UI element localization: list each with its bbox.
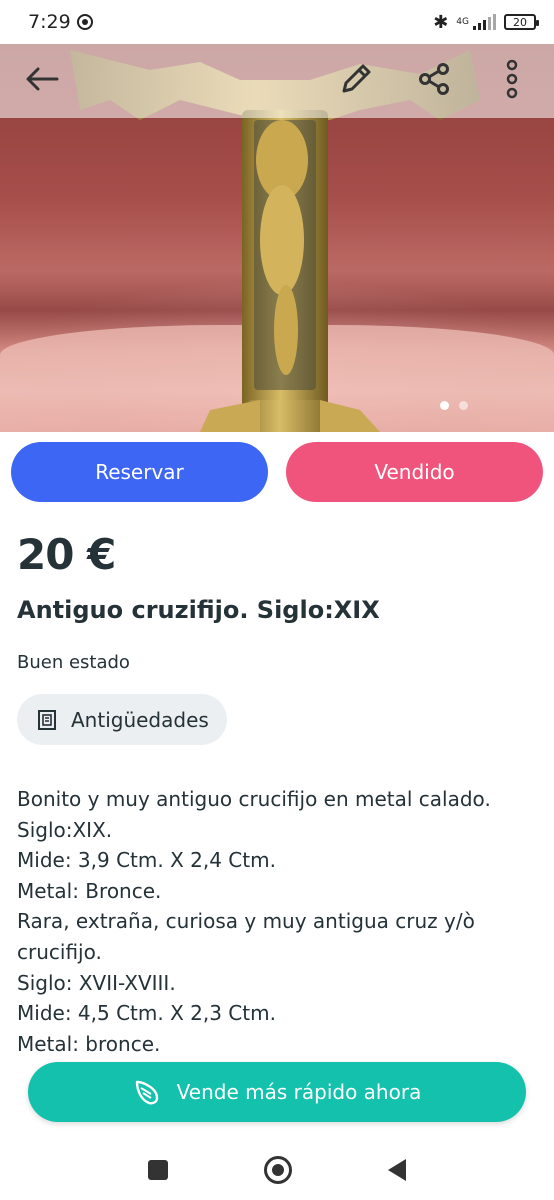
system-nav-bar — [0, 1140, 554, 1200]
reserve-button[interactable]: Reservar — [11, 442, 268, 502]
battery-icon: 20 — [504, 14, 539, 30]
category-label: Antigüedades — [71, 707, 209, 732]
signal-icon — [473, 14, 496, 30]
back-triangle-icon[interactable] — [388, 1159, 406, 1181]
description-line: Mide: 4,5 Ctm. X 2,3 Ctm. — [17, 1001, 276, 1026]
description-line: Siglo:XIX. — [17, 817, 113, 842]
more-vert-icon — [506, 59, 518, 99]
sell-faster-label: Vende más rápido ahora — [176, 1080, 422, 1104]
status-actions: Reservar Vendido — [11, 442, 543, 502]
price: 20 € — [17, 530, 116, 579]
recents-icon[interactable] — [148, 1160, 168, 1180]
edit-button[interactable] — [334, 57, 378, 101]
back-arrow-icon — [26, 67, 59, 91]
top-toolbar — [0, 40, 554, 118]
listing-title: Antiguo cruzifijo. Siglo:XIX — [17, 596, 380, 624]
description-line: Siglo: XVII-XVIII. — [17, 970, 176, 995]
more-options-button[interactable] — [490, 57, 534, 101]
description-line: Metal: bronce. — [17, 1031, 161, 1056]
category-chip[interactable]: Antigüedades — [17, 694, 227, 745]
battery-level: 20 — [513, 15, 527, 29]
status-bar: 7:29 ✱ 4G 20 — [0, 0, 554, 44]
back-button[interactable] — [20, 57, 64, 101]
gallery-pager — [440, 401, 468, 410]
share-icon — [419, 63, 449, 95]
status-time: 7:29 — [28, 11, 71, 33]
description-line: Mide: 3,9 Ctm. X 2,4 Ctm. — [17, 848, 276, 873]
home-icon[interactable] — [264, 1156, 292, 1184]
condition-label: Buen estado — [17, 652, 130, 673]
antiques-frame-icon — [38, 709, 56, 730]
wing-icon — [135, 1080, 158, 1105]
network-type: 4G — [456, 16, 469, 27]
sold-button[interactable]: Vendido — [286, 442, 543, 502]
sync-icon — [76, 14, 93, 30]
description: Bonito y muy antiguo crucifijo en metal … — [17, 784, 542, 1059]
pager-dot-active — [440, 401, 449, 410]
description-line: Rara, extraña, curiosa y muy antigua cru… — [17, 909, 475, 934]
bluetooth-icon: ✱ — [433, 11, 449, 33]
status-right: ✱ 4G 20 — [433, 11, 539, 33]
description-line: crucifijo. — [17, 939, 102, 964]
share-button[interactable] — [412, 57, 456, 101]
edit-pencil-icon — [342, 64, 371, 93]
description-line: Bonito y muy antiguo crucifijo en metal … — [17, 787, 491, 811]
pager-dot — [459, 401, 468, 410]
status-left: 7:29 — [28, 11, 93, 33]
sell-faster-button[interactable]: Vende más rápido ahora — [28, 1062, 526, 1122]
description-line: Metal: Bronce. — [17, 878, 162, 903]
